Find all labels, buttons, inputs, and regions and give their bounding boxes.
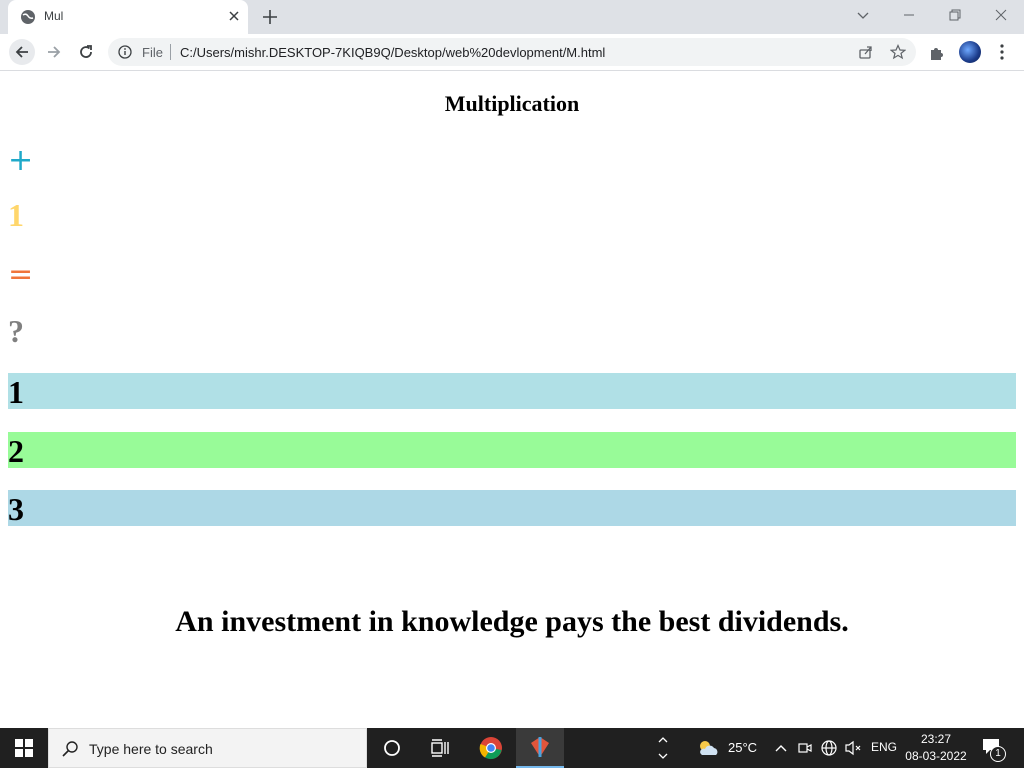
search-placeholder: Type here to search [89,741,213,757]
info-icon[interactable] [118,45,132,59]
operator-symbol: + [8,143,34,178]
clock-date: 08-03-2022 [905,749,967,763]
start-button[interactable] [0,728,48,768]
volume-muted-icon[interactable] [844,740,862,756]
menu-kebab-icon[interactable] [996,43,1008,61]
taskbar-scroll-icon[interactable] [652,728,674,768]
tab-search-icon[interactable] [840,0,886,30]
scheme-label: File [142,45,163,60]
arrow-left-icon [15,46,28,58]
divider [170,44,171,60]
chrome-taskbar-icon[interactable] [467,728,515,768]
windows-taskbar: Type here to search 25°C ENG 23:27 08-03… [0,728,1024,768]
reload-icon [80,45,92,58]
page-content: Multiplication + 1 = ? 1 2 3 An investme… [0,71,1024,728]
search-icon [62,741,78,757]
answer-option-2[interactable]: 2 [8,432,1016,469]
tab-strip: Mul [0,0,1024,34]
arrow-right-icon [48,46,61,58]
url-text[interactable]: C:/Users/mishr.DESKTOP-7KIQB9Q/Desktop/w… [180,45,605,60]
restore-icon[interactable] [932,0,978,30]
profile-avatar[interactable] [959,41,981,63]
extensions-icon[interactable] [928,44,946,62]
language-indicator[interactable]: ENG [871,740,897,754]
answer-option-1[interactable]: 1 [8,373,1016,410]
cortana-icon[interactable] [368,728,416,768]
notification-center-button[interactable]: 1 [982,738,1006,762]
reload-button[interactable] [73,39,99,65]
question-mark: ? [8,313,24,349]
windows-logo-icon [15,739,33,757]
show-hidden-icons-icon[interactable] [774,742,788,754]
app-taskbar-icon[interactable] [516,728,564,768]
meet-now-icon[interactable] [798,740,812,756]
globe-icon [21,10,35,24]
browser-toolbar: File C:/Users/mishr.DESKTOP-7KIQB9Q/Desk… [0,34,1024,71]
new-tab-icon[interactable] [260,7,280,27]
clock[interactable]: 23:27 08-03-2022 [900,731,972,765]
notification-count-badge: 1 [990,746,1006,762]
weather-cloud-sun-icon[interactable] [696,738,720,758]
quote-text: An investment in knowledge pays the best… [175,605,849,638]
taskbar-search-box[interactable]: Type here to search [48,728,367,768]
address-bar[interactable]: File C:/Users/mishr.DESKTOP-7KIQB9Q/Desk… [108,38,916,66]
tab-title: Mul [44,9,64,23]
bookmark-star-icon[interactable] [890,44,906,60]
page-title: Multiplication [444,91,580,116]
clock-time: 23:27 [920,732,952,746]
operand: 1 [8,197,24,233]
minimize-icon[interactable] [886,0,932,30]
temperature-label[interactable]: 25°C [728,740,757,755]
answer-option-3[interactable]: 3 [8,490,1016,527]
forward-button[interactable] [41,39,67,65]
back-button[interactable] [9,39,35,65]
task-view-icon[interactable] [416,728,464,768]
close-tab-icon[interactable] [226,8,242,24]
share-icon[interactable] [858,44,874,60]
equals-symbol: = [8,257,34,292]
browser-tab[interactable]: Mul [8,0,248,34]
close-window-icon[interactable] [978,0,1024,30]
network-globe-icon[interactable] [820,739,838,757]
